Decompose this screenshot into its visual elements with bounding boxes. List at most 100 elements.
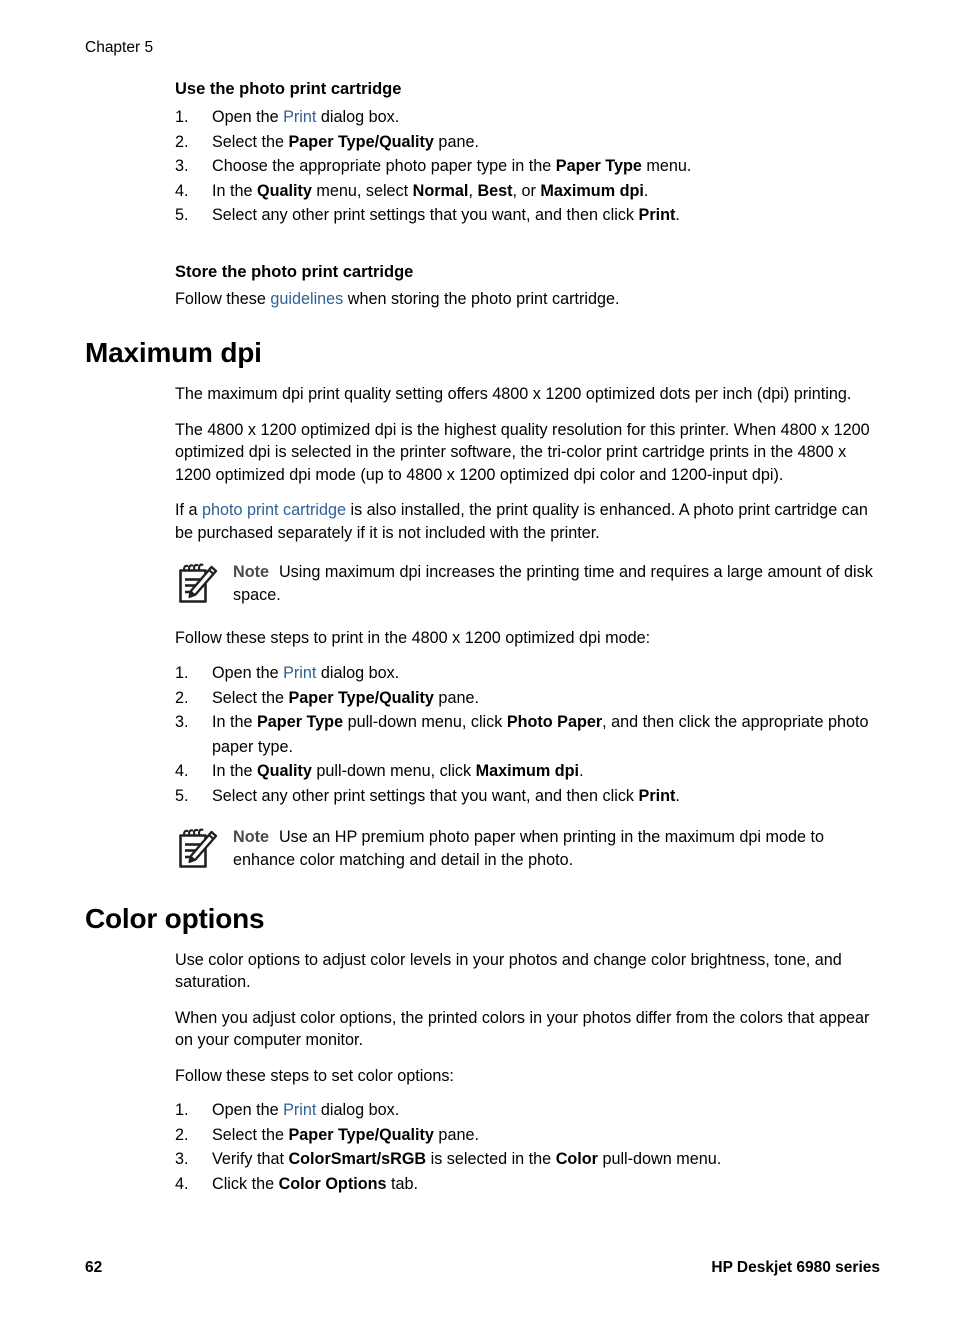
footer-product-name: HP Deskjet 6980 series	[711, 1259, 880, 1276]
paragraph-color-options-2: When you adjust color options, the print…	[175, 1007, 885, 1052]
text-run: In the	[212, 713, 257, 732]
list-item-number: 4.	[175, 181, 189, 200]
emphasis-term: Paper Type/Quality	[288, 1125, 434, 1144]
list-item-text: Select the Paper Type/Quality pane.	[212, 1126, 479, 1144]
list-item-text: Open the Print dialog box.	[212, 108, 399, 126]
list-item-text: Select any other print settings that you…	[212, 206, 680, 224]
emphasis-term: Photo Paper	[506, 713, 603, 732]
chapter-header: Chapter 5	[85, 39, 154, 56]
text-run: Select the	[212, 688, 289, 707]
emphasis-term: Color	[555, 1150, 598, 1169]
text-run: pane.	[433, 1125, 479, 1144]
text-run: .	[675, 786, 680, 805]
text-run: When you adjust color options, the print…	[175, 1008, 870, 1050]
text-run: pull-down menu, click	[343, 713, 507, 732]
text-run: The maximum dpi print quality setting of…	[175, 385, 852, 404]
text-run: Follow these	[175, 289, 271, 308]
list-item-number: 3.	[175, 157, 189, 176]
list-item: 3. In the Paper Type pull-down menu, clic…	[175, 710, 885, 759]
heading-use-photo-print-cartridge: Use the photo print cartridge	[175, 80, 402, 98]
note-label-1: Note	[233, 563, 269, 582]
text-run: pull-down menu, click	[311, 762, 476, 781]
text-run: .	[579, 762, 584, 781]
list-item-number: 3.	[175, 1150, 189, 1169]
text-run: Verify that	[212, 1150, 289, 1169]
list-item-text: In the Paper Type pull-down menu, click …	[212, 713, 869, 756]
text-run: Click the	[212, 1174, 279, 1193]
emphasis-term: Print	[638, 786, 676, 805]
footer-page-number: 62	[85, 1259, 103, 1276]
list-item-number: 2.	[175, 688, 189, 707]
cross-reference-link[interactable]: guidelines	[270, 290, 343, 308]
text-run: Choose the appropriate photo paper type …	[212, 157, 556, 176]
list-item-number: 5.	[175, 786, 189, 805]
paragraph-maximum-dpi-3: If a photo print cartridge is also insta…	[175, 499, 885, 544]
text-run: pane.	[433, 132, 479, 151]
page-content: Use the photo print cartridge 1. Open the…	[85, 78, 885, 1196]
heading-maximum-dpi: Maximum dpi	[85, 337, 262, 369]
maximum-dpi-steps-block: Follow these steps to print in the 4800 …	[175, 627, 885, 808]
text-run: The 4800 x 1200 optimized dpi is the hig…	[175, 420, 870, 484]
cross-reference-link[interactable]: Print	[283, 1101, 316, 1119]
emphasis-term: Maximum dpi	[475, 762, 580, 781]
text-run: Select any other print settings that you…	[212, 786, 639, 805]
cross-reference-link[interactable]: photo print cartridge	[202, 501, 346, 519]
emphasis-term: Paper Type	[257, 713, 344, 732]
text-run: dialog box.	[316, 108, 400, 126]
note-pad-pencil-icon	[175, 563, 219, 605]
list-item-number: 4.	[175, 1174, 189, 1193]
text-run: when storing the photo print cartridge.	[343, 289, 620, 308]
text-run: Open the	[212, 1101, 284, 1120]
color-options-body: Use color options to adjust color levels…	[175, 949, 885, 1197]
list-item: 1. Open the Print dialog box.	[175, 1098, 885, 1123]
note-text-1: Using maximum dpi increases the printing…	[233, 563, 873, 605]
emphasis-term: Normal	[412, 181, 469, 200]
text-run: tab.	[386, 1174, 418, 1193]
cross-reference-link[interactable]: Print	[283, 108, 316, 126]
list-item: 4. In the Quality pull-down menu, click M…	[175, 759, 885, 784]
emphasis-term: Print	[638, 206, 676, 225]
text-run: is selected in the	[426, 1150, 556, 1169]
text-run: In the	[212, 762, 257, 781]
list-item: 3. Verify that ColorSmart/sRGB is selecte…	[175, 1147, 885, 1172]
emphasis-term: Color Options	[278, 1174, 387, 1193]
emphasis-term: Quality	[257, 762, 312, 781]
list-item-text: Select any other print settings that you…	[212, 787, 680, 805]
text-run: dialog box.	[316, 1101, 400, 1120]
list-item: 4. Click the Color Options tab.	[175, 1172, 885, 1197]
text-run: Select the	[212, 132, 289, 151]
note-pad-pencil-icon	[175, 828, 219, 870]
emphasis-term: Paper Type/Quality	[288, 688, 434, 707]
paragraph-maximum-dpi-1: The maximum dpi print quality setting of…	[175, 383, 885, 406]
note-block-hp-premium-paper: Note Use an HP premium photo paper when p…	[175, 826, 885, 872]
steps-color-options: 1. Open the Print dialog box. 2. Select the…	[175, 1098, 885, 1196]
paragraph-store-guidelines: Follow these guidelines when storing the…	[175, 288, 885, 311]
list-item: 2. Select the Paper Type/Quality pane.	[175, 686, 885, 711]
list-item: 5. Select any other print settings that y…	[175, 784, 885, 809]
page-footer: 62 HP Deskjet 6980 series	[85, 1259, 880, 1277]
list-item: 2. Select the Paper Type/Quality pane.	[175, 1123, 885, 1148]
list-item-number: 1.	[175, 108, 189, 126]
section-use-photo-print-cartridge: Use the photo print cartridge 1. Open the…	[175, 78, 885, 228]
list-item-text: Choose the appropriate photo paper type …	[212, 157, 691, 175]
list-item: 1. Open the Print dialog box.	[175, 661, 885, 686]
emphasis-term: Best	[477, 181, 513, 200]
list-item-text: Select the Paper Type/Quality pane.	[212, 133, 479, 151]
list-item: 4. In the Quality menu, select Normal, Be…	[175, 179, 885, 204]
text-run: Select any other print settings that you…	[212, 206, 639, 225]
emphasis-term: Paper Type/Quality	[288, 132, 434, 151]
list-item-text: Open the Print dialog box.	[212, 664, 399, 682]
list-item-number: 5.	[175, 206, 189, 225]
list-item-text: Click the Color Options tab.	[212, 1175, 418, 1193]
text-run: pane.	[433, 688, 479, 707]
emphasis-term: ColorSmart/sRGB	[288, 1150, 427, 1169]
section-store-photo-print-cartridge: Store the photo print cartridge Follow t…	[175, 261, 885, 311]
steps-use-photo-print-cartridge: 1. Open the Print dialog box. 2. Select the…	[175, 105, 885, 228]
document-page: Chapter 5 Use the photo print cartridge …	[0, 0, 954, 1321]
list-item-number: 3.	[175, 713, 189, 732]
text-run: menu.	[641, 157, 692, 176]
list-item: 2. Select the Paper Type/Quality pane.	[175, 130, 885, 155]
cross-reference-link[interactable]: Print	[283, 664, 316, 682]
text-run: dialog box.	[316, 663, 400, 682]
list-item-text: In the Quality menu, select Normal, Best…	[212, 182, 648, 200]
